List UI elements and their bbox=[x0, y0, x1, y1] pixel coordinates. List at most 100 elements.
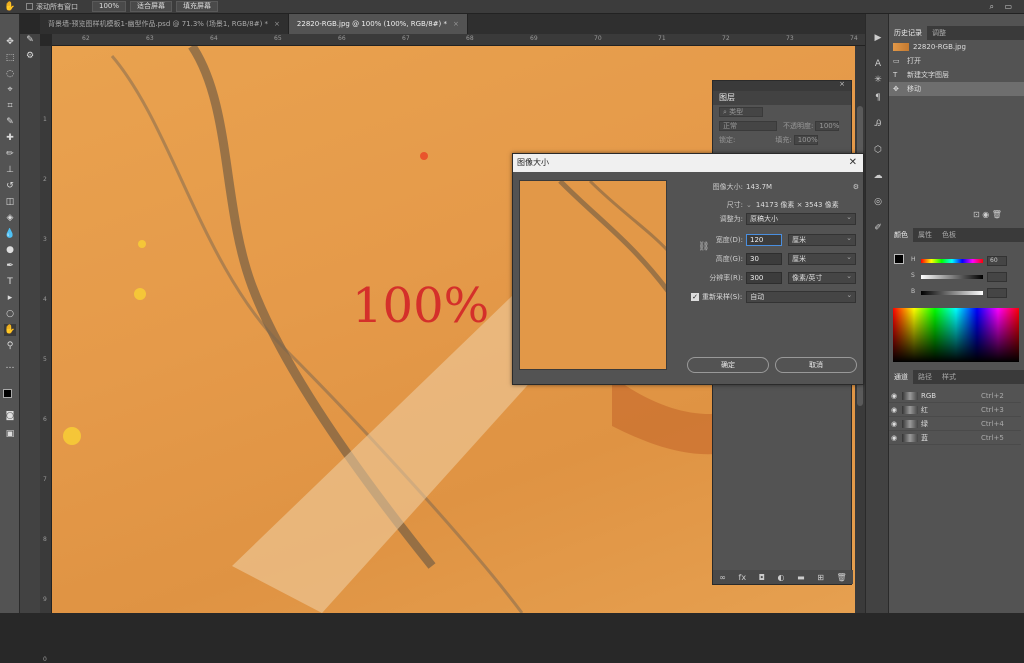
fill-input[interactable]: 100% bbox=[793, 135, 818, 145]
channel-row[interactable]: ◉ 绿 Ctrl+4 bbox=[889, 417, 1021, 431]
brush-settings-icon[interactable]: ✎ bbox=[24, 34, 36, 46]
move-tool-icon[interactable]: ✥ bbox=[4, 36, 16, 48]
text-tool-icon[interactable]: T bbox=[4, 276, 16, 288]
bucket-tool-icon[interactable]: ◈ bbox=[4, 212, 16, 224]
ok-button[interactable]: 确定 bbox=[687, 357, 769, 373]
search-icon[interactable]: ⌕ bbox=[990, 2, 994, 12]
hand-tool-icon[interactable]: ✋ bbox=[4, 1, 16, 13]
panel-header[interactable]: × bbox=[713, 80, 851, 91]
history-item[interactable]: T 新建文字图层 bbox=[889, 68, 1024, 82]
dialog-preview[interactable] bbox=[519, 180, 667, 370]
channel-row[interactable]: ◉ 蓝 Ctrl+5 bbox=[889, 431, 1021, 445]
blur-tool-icon[interactable]: 💧 bbox=[4, 228, 16, 240]
width-input[interactable]: 120 bbox=[746, 234, 782, 246]
info-icon[interactable]: ◎ bbox=[872, 196, 884, 208]
blend-mode-select[interactable]: 正常 bbox=[719, 121, 777, 131]
eye-icon[interactable]: ◉ bbox=[889, 434, 899, 442]
eye-icon[interactable]: ◉ bbox=[889, 392, 899, 400]
layers-tab[interactable]: 图层 bbox=[713, 91, 851, 105]
s-input[interactable] bbox=[987, 272, 1007, 282]
tab-jpg[interactable]: 22820-RGB.jpg @ 100% (100%, RGB/8#) * × bbox=[288, 14, 468, 34]
paragraph-icon[interactable]: ¶ bbox=[872, 92, 884, 104]
history-item[interactable]: ▭ 打开 bbox=[889, 54, 1024, 68]
fill-screen-button[interactable]: 填充屏幕 bbox=[176, 1, 219, 12]
hand-tool-icon[interactable]: ✋ bbox=[4, 324, 16, 336]
quick-mask-icon[interactable]: ◙ bbox=[4, 410, 16, 422]
tab-properties[interactable]: 属性 bbox=[913, 228, 937, 242]
eyedropper-icon[interactable]: ✎ bbox=[4, 116, 16, 128]
tab-history[interactable]: 历史记录 bbox=[889, 26, 927, 40]
tab-paths[interactable]: 路径 bbox=[913, 370, 937, 384]
folder-icon[interactable]: ▬ bbox=[797, 573, 805, 582]
trash-icon[interactable]: 🗑 bbox=[992, 210, 1002, 219]
scroll-all-checkbox[interactable] bbox=[26, 3, 33, 10]
screen-mode-icon[interactable]: ▣ bbox=[4, 428, 16, 440]
history-brush-icon[interactable]: ↺ bbox=[4, 180, 16, 192]
tab-channels[interactable]: 通道 bbox=[889, 370, 913, 384]
close-icon[interactable]: × bbox=[274, 20, 280, 28]
resample-select[interactable]: 自动 bbox=[746, 290, 857, 303]
tab-adjustments[interactable]: 调整 bbox=[927, 26, 951, 40]
brush-presets-icon[interactable]: ✳ bbox=[872, 74, 884, 86]
tool-presets-icon[interactable]: ✐ bbox=[872, 222, 884, 234]
link-icon[interactable]: ∞ bbox=[719, 573, 726, 582]
eye-icon[interactable]: ◉ bbox=[889, 406, 899, 414]
history-snapshot[interactable]: 22820-RGB.jpg bbox=[889, 40, 1024, 54]
brightness-slider[interactable] bbox=[921, 291, 983, 295]
workspace-icon[interactable]: ▭ bbox=[1004, 2, 1012, 11]
fx-icon[interactable]: fx bbox=[739, 573, 747, 582]
3d-icon[interactable]: ⬡ bbox=[872, 144, 884, 156]
color-foreground[interactable] bbox=[894, 254, 904, 264]
gear-icon[interactable]: ⚙ bbox=[853, 183, 859, 191]
resolution-input[interactable]: 300 bbox=[746, 272, 782, 284]
eraser-tool-icon[interactable]: ◫ bbox=[4, 196, 16, 208]
stamp-tool-icon[interactable]: ⊥ bbox=[4, 164, 16, 176]
b-input[interactable] bbox=[987, 288, 1007, 298]
more-tools-icon[interactable]: … bbox=[4, 360, 16, 372]
close-icon[interactable]: ✕ bbox=[849, 154, 857, 172]
brush-tool-icon[interactable]: ✏ bbox=[4, 148, 16, 160]
quick-select-icon[interactable]: ⌖ bbox=[4, 84, 16, 96]
mask-icon[interactable]: ◘ bbox=[759, 573, 765, 582]
cancel-button[interactable]: 取消 bbox=[775, 357, 857, 373]
opacity-input[interactable]: 100% bbox=[815, 121, 839, 131]
chevron-down-icon[interactable]: ⌄ bbox=[746, 201, 752, 209]
glyphs-icon[interactable]: Ꭿ bbox=[872, 118, 884, 130]
marquee-tool-icon[interactable]: ⬚ bbox=[4, 52, 16, 64]
dialog-titlebar[interactable]: 图像大小 ✕ bbox=[513, 154, 863, 172]
path-select-icon[interactable]: ▸ bbox=[4, 292, 16, 304]
zoom-100-button[interactable]: 100% bbox=[92, 1, 127, 12]
height-unit-select[interactable]: 厘米 bbox=[788, 252, 856, 265]
tab-styles[interactable]: 样式 bbox=[937, 370, 961, 384]
height-input[interactable]: 30 bbox=[746, 253, 782, 265]
trash-icon[interactable]: 🗑 bbox=[836, 573, 846, 582]
dodge-tool-icon[interactable]: ● bbox=[4, 244, 16, 256]
lasso-tool-icon[interactable]: ◌ bbox=[4, 68, 16, 80]
width-unit-select[interactable]: 厘米 bbox=[788, 233, 856, 246]
color-spectrum[interactable] bbox=[893, 308, 1019, 362]
tab-swatches[interactable]: 色板 bbox=[937, 228, 961, 242]
tab-color[interactable]: 颜色 bbox=[889, 228, 913, 242]
foreground-color-swatch[interactable] bbox=[3, 389, 12, 398]
libraries-icon[interactable]: ☁ bbox=[872, 170, 884, 182]
character-icon[interactable]: A bbox=[872, 58, 884, 70]
history-item[interactable]: ✥ 移动 bbox=[889, 82, 1024, 96]
new-layer-icon[interactable]: ⊞ bbox=[817, 573, 824, 582]
saturation-slider[interactable] bbox=[921, 275, 983, 279]
hue-slider[interactable] bbox=[921, 259, 983, 263]
zoom-tool-icon[interactable]: ⚲ bbox=[4, 340, 16, 352]
eye-icon[interactable]: ◉ bbox=[889, 420, 899, 428]
shape-tool-icon[interactable]: ○ bbox=[4, 308, 16, 320]
resolution-unit-select[interactable]: 像素/英寸 bbox=[788, 271, 856, 284]
resample-checkbox[interactable]: ✓ bbox=[691, 293, 699, 301]
fit-to-select[interactable]: 原稿大小 bbox=[746, 212, 856, 225]
camera-icon[interactable]: ◉ bbox=[982, 210, 989, 219]
close-icon[interactable]: × bbox=[839, 80, 845, 88]
close-icon[interactable]: × bbox=[453, 20, 459, 28]
new-doc-icon[interactable]: ⊡ bbox=[973, 210, 980, 219]
tab-psd[interactable]: 背景墙-预览图样机模板1-幽型作品.psd @ 71.3% (场景1, RGB/… bbox=[40, 14, 289, 34]
crop-tool-icon[interactable]: ⌗ bbox=[4, 100, 16, 112]
fit-screen-button[interactable]: 适合屏幕 bbox=[130, 1, 173, 12]
h-input[interactable]: 60 bbox=[987, 256, 1007, 266]
channel-row[interactable]: ◉ 红 Ctrl+3 bbox=[889, 403, 1021, 417]
